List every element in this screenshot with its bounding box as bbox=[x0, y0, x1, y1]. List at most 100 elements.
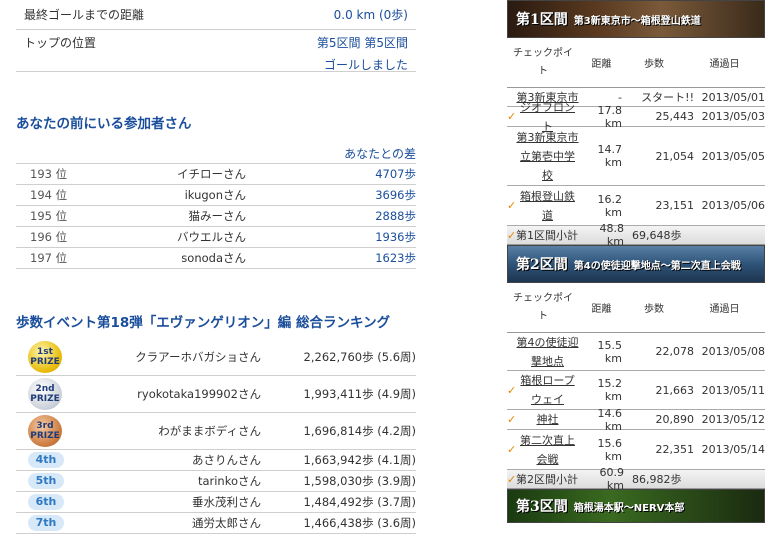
ahead-diff: 4707歩 bbox=[375, 167, 416, 181]
list-item: 3rd PRIZE わがままボディさん 1,696,814歩 (4.2周) bbox=[16, 413, 416, 450]
check-icon: ✓ bbox=[507, 443, 517, 456]
ahead-name: バウエルさん bbox=[177, 230, 246, 244]
table-row: ✓ ジオフロント 17.8 km 25,443 2013/05/03 bbox=[507, 101, 765, 133]
checkpoint-link[interactable]: 第3新東京市 立第壱中学校 bbox=[516, 128, 579, 185]
section-2-table-header: チェックポイト 距離 歩数 通過日 bbox=[507, 283, 765, 333]
left-column: 最終ゴールまでの距離 0.0 km (0歩) トップの位置 第5区間 第5区間 … bbox=[16, 0, 416, 534]
ranking-name: 垂水茂利さん bbox=[192, 495, 261, 509]
ahead-list: 193 位 イチローさん 4707歩 194 位 ikugonさん 3696歩 … bbox=[16, 163, 416, 269]
ahead-rank: 195 位 bbox=[30, 209, 68, 223]
ranking-name: クラアーホバガショさん bbox=[135, 350, 261, 364]
section-1-subtotal: ✓ 第1区間小計 48.8 km 69,648歩 bbox=[507, 222, 765, 248]
right-column: 第1区間 第3新東京市～箱根登山鉄道 チェックポイト 距離 歩数 通過日 第3新… bbox=[507, 0, 765, 523]
ahead-diff: 3696歩 bbox=[375, 188, 416, 202]
section-2-label: 第2区間 bbox=[516, 257, 568, 273]
section-1-table-header: チェックポイト 距離 歩数 通過日 bbox=[507, 38, 765, 88]
checkpoint-steps: 21,663 bbox=[655, 383, 695, 397]
checkpoint-steps: 23,151 bbox=[655, 199, 695, 212]
goal-distance-label: 最終ゴールまでの距離 bbox=[24, 8, 145, 22]
checkpoint-date: 2013/05/12 bbox=[701, 413, 765, 426]
ranking-steps: 1,993,411歩 (4.9周) bbox=[303, 387, 416, 401]
steps-header: 歩数 bbox=[644, 304, 664, 315]
subtotal-label: 第1区間小計 bbox=[516, 229, 578, 242]
table-row: ✓ 神社 14.6 km 20,890 2013/05/12 bbox=[507, 407, 765, 433]
checkpoint-link[interactable]: 神社 bbox=[516, 410, 579, 429]
checkpoint-link[interactable]: 箱根登山鉄道 bbox=[516, 187, 579, 225]
ahead-section-title: あなたの前にいる参加者さん bbox=[16, 116, 192, 132]
goal-distance-value: 0.0 km (0歩) bbox=[333, 7, 408, 22]
checkpoint-link[interactable]: 第4の使徒迎 撃地点 bbox=[516, 333, 579, 371]
rank-badge: 7th bbox=[28, 515, 64, 531]
ranking-steps: 1,663,942歩 (4.1周) bbox=[303, 453, 416, 467]
ahead-name: ikugonさん bbox=[184, 188, 246, 202]
checkpoint-date: 2013/05/14 bbox=[701, 443, 765, 456]
top-position-status: ゴールしました bbox=[323, 58, 408, 72]
section-1-banner: 第1区間 第3新東京市～箱根登山鉄道 bbox=[507, 0, 765, 38]
rank-badge: 5th bbox=[28, 473, 64, 489]
checkpoint-distance: 17.8 km bbox=[597, 103, 623, 130]
list-item: 2nd PRIZE ryokotaka199902さん 1,993,411歩 (4… bbox=[16, 376, 416, 413]
checkpoint-date: 2013/05/03 bbox=[701, 110, 765, 123]
ahead-name: 猫みーさん bbox=[188, 209, 247, 223]
list-item: 193 位 イチローさん 4707歩 bbox=[16, 164, 416, 185]
list-item: 6th 垂水茂利さん 1,484,492歩 (3.7周) bbox=[16, 492, 416, 513]
check-icon: ✓ bbox=[507, 383, 517, 397]
rank-badge: 4th bbox=[28, 452, 64, 468]
checkpoint-distance: 16.2 km bbox=[597, 192, 623, 219]
list-item: 4th あさりんさん 1,663,942歩 (4.1周) bbox=[16, 450, 416, 471]
check-icon: ✓ bbox=[507, 472, 517, 486]
section-2-subtotal: ✓ 第2区間小計 60.9 km 86,982歩 bbox=[507, 466, 765, 492]
checkpoint-link[interactable]: 箱根ロープ ウェイ bbox=[516, 371, 579, 409]
section-2-route: 第4の使徒迎撃地点～第二次直上会戦 bbox=[573, 260, 741, 272]
ahead-diff: 1936歩 bbox=[375, 230, 416, 244]
section-3-banner: 第3区間 箱根湯本駅～NERV本部 bbox=[507, 489, 765, 523]
checkpoint-header: チェックポイ bbox=[513, 47, 573, 59]
section-2-banner: 第2区間 第4の使徒迎撃地点～第二次直上会戦 bbox=[507, 245, 765, 283]
checkpoint-distance: - bbox=[618, 90, 622, 104]
ranking-name: あさりんさん bbox=[192, 453, 261, 467]
checkpoint-date: 2013/05/06 bbox=[701, 199, 765, 212]
goal-distance-row: 最終ゴールまでの距離 0.0 km (0歩) bbox=[16, 0, 416, 30]
table-row: 第3新東京市 立第壱中学校 14.7 km 21,054 2013/05/05 bbox=[507, 127, 765, 186]
distance-header: 距離 bbox=[591, 59, 612, 70]
ranking-steps: 2,262,760歩 (5.6周) bbox=[303, 350, 416, 364]
top-position-label: トップの位置 bbox=[24, 36, 97, 50]
top-position-row: トップの位置 第5区間 第5区間 ゴールしました bbox=[16, 30, 416, 72]
check-icon: ✓ bbox=[507, 413, 517, 426]
ahead-rank: 196 位 bbox=[30, 230, 68, 244]
checkpoint-link[interactable]: 第二次直上 会戦 bbox=[516, 431, 579, 469]
list-item: 7th 通労太郎さん 1,466,438歩 (3.6周) bbox=[16, 513, 416, 534]
second-prize-medal-icon: 2nd PRIZE bbox=[28, 378, 62, 410]
ranking-name: 通労太郎さん bbox=[192, 516, 261, 530]
ahead-diff: 2888歩 bbox=[375, 209, 416, 223]
checkpoint-steps: 22,078 bbox=[655, 345, 695, 358]
ahead-name: sonodaさん bbox=[181, 251, 246, 265]
third-prize-medal-icon: 3rd PRIZE bbox=[28, 415, 62, 447]
ranking-name: わがままボディさん bbox=[158, 424, 261, 438]
section-1-route: 第3新東京市～箱根登山鉄道 bbox=[573, 15, 701, 27]
checkpoint-date: 2013/05/05 bbox=[701, 149, 765, 163]
date-header: 通過日 bbox=[709, 304, 740, 315]
checkpoint-date: 2013/05/08 bbox=[701, 345, 765, 358]
ahead-diff: 1623歩 bbox=[375, 251, 416, 265]
checkpoint-header: チェックポイ bbox=[513, 292, 573, 304]
checkpoint-steps: 22,351 bbox=[655, 443, 695, 456]
subtotal-steps: 86,982歩 bbox=[632, 473, 682, 486]
subtotal-steps: 69,648歩 bbox=[632, 229, 682, 242]
ranking-steps: 1,598,030歩 (3.9周) bbox=[303, 474, 416, 488]
subtotal-label: 第2区間小計 bbox=[516, 473, 578, 486]
checkpoint-steps: 20,890 bbox=[655, 413, 695, 426]
checkpoint-date: 2013/05/11 bbox=[701, 383, 765, 397]
ranking-section-title: 歩数イベント第18弾「エヴァンゲリオン」編 総合ランキング bbox=[16, 315, 391, 331]
section-3-route: 箱根湯本駅～NERV本部 bbox=[573, 502, 685, 514]
list-item: 5th tarinkoさん 1,598,030歩 (3.9周) bbox=[16, 471, 416, 492]
rank-badge: 6th bbox=[28, 494, 64, 510]
check-icon: ✓ bbox=[507, 110, 517, 123]
ranking-steps: 1,696,814歩 (4.2周) bbox=[303, 424, 416, 438]
table-row: ✓ 箱根登山鉄道 16.2 km 23,151 2013/05/06 bbox=[507, 186, 765, 226]
ranking-list: 1st PRIZE クラアーホバガショさん 2,262,760歩 (5.6周) 2… bbox=[16, 339, 416, 534]
section-3-label: 第3区間 bbox=[516, 499, 568, 515]
ranking-steps: 1,466,438歩 (3.6周) bbox=[303, 516, 416, 530]
check-icon: ✓ bbox=[507, 228, 517, 242]
list-item: 195 位 猫みーさん 2888歩 bbox=[16, 206, 416, 227]
